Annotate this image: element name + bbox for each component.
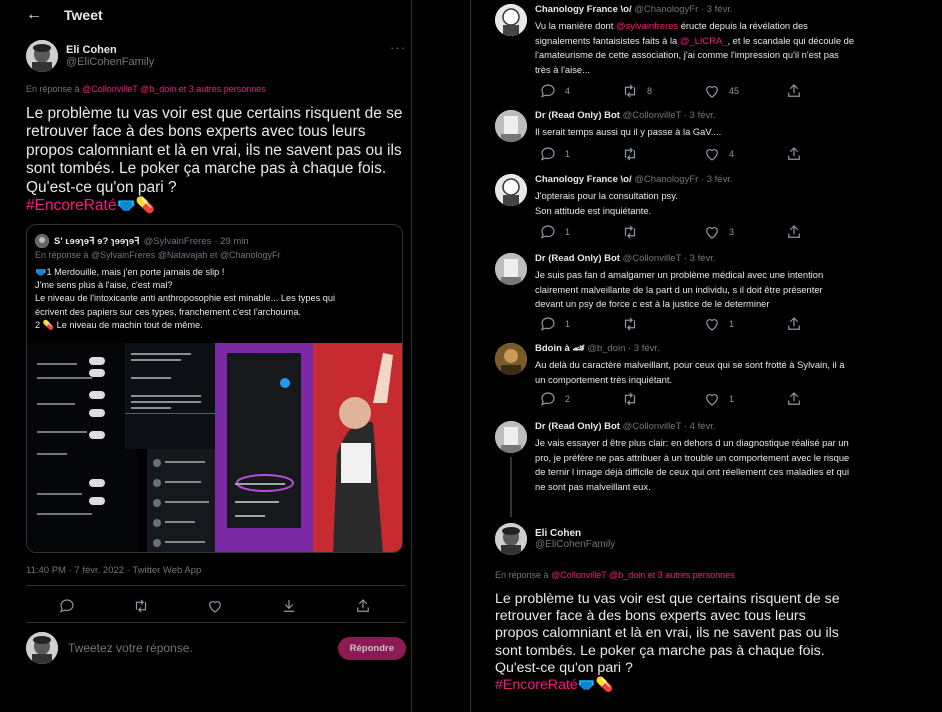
tweet-text: J'opterais pour la consultation psy. Son… xyxy=(535,190,678,216)
mention[interactable]: @sylvainfreres xyxy=(616,20,678,31)
hashtag[interactable]: #EncoreRaté xyxy=(26,197,116,214)
tweet-header: Chanology France \o/ @ChanologyFr · 3 fé… xyxy=(535,174,733,185)
divider xyxy=(26,585,406,586)
reply-icon[interactable]: 1 xyxy=(539,315,621,333)
reply-composer: Tweetez votre réponse. Répondre xyxy=(26,631,406,665)
emoji-icons: 🩲💊 xyxy=(116,197,156,215)
tweet-header: Chanology France \o/ @ChanologyFr · 3 fé… xyxy=(535,4,733,15)
share-icon[interactable] xyxy=(785,315,867,333)
avatar[interactable] xyxy=(495,343,527,375)
replying-others[interactable]: et 3 autres personnes xyxy=(179,84,266,94)
share-icon[interactable] xyxy=(785,390,867,408)
mention[interactable]: @_LICRA_ xyxy=(680,35,728,46)
avatar[interactable] xyxy=(495,253,527,285)
quote-replying: En réponse à @SylvainFreres @Natavajah e… xyxy=(35,250,281,260)
retweet-icon[interactable]: 8 xyxy=(621,82,703,100)
like-icon[interactable] xyxy=(206,597,224,615)
author-handle: @EliCohenFamily xyxy=(535,539,616,550)
quote-image-2[interactable] xyxy=(125,343,215,449)
tweet-text: Vu la manière dont @sylvainfreres éructe… xyxy=(535,20,855,75)
tweet-text: Je vais essayer d être plus clair: en de… xyxy=(535,437,850,492)
tweet-meta: 11:40 PM · 7 févr. 2022 · Twitter Web Ap… xyxy=(26,565,202,576)
quote-image-3[interactable] xyxy=(147,449,215,552)
avatar[interactable] xyxy=(495,110,527,142)
share-icon[interactable] xyxy=(785,223,867,241)
top-bar: ← Tweet xyxy=(0,0,411,30)
tweet-text: Le problème tu vas voir est que certains… xyxy=(26,105,403,215)
back-arrow-icon[interactable]: ← xyxy=(26,6,64,24)
quote-avatar xyxy=(35,234,49,248)
avatar xyxy=(26,632,58,664)
retweet-icon[interactable] xyxy=(621,315,703,333)
replying-to: En réponse à @CollonvilleT @b_doin et 3 … xyxy=(495,570,735,580)
like-icon[interactable]: 1 xyxy=(703,315,785,333)
avatar[interactable] xyxy=(26,40,58,72)
tweet-text: Le problème tu vas voir est que certains… xyxy=(495,591,840,694)
author-name: Eli Cohen xyxy=(66,44,117,56)
quote-image-1[interactable] xyxy=(27,343,137,552)
tweet-header: Dr (Read Only) Bot @CollonvilleT · 3 fév… xyxy=(535,253,716,264)
tweet-detail-pane: ← Tweet Eli Cohen @EliCohenFamily ··· En… xyxy=(0,0,412,712)
replying-handles[interactable]: @CollonvilleT @b_doin xyxy=(82,84,176,94)
action-bar: 1 1 xyxy=(539,315,867,333)
action-bar: 4 8 45 xyxy=(539,82,867,100)
bookmark-icon[interactable] xyxy=(280,597,298,615)
tweet-header: Dr (Read Only) Bot @CollonvilleT · 4 fév… xyxy=(535,421,716,432)
avatar[interactable] xyxy=(495,523,527,555)
more-icon[interactable]: ··· xyxy=(390,40,406,55)
like-icon[interactable]: 1 xyxy=(703,390,785,408)
emoji-icons: 🩲💊 xyxy=(577,677,614,694)
thread-line xyxy=(510,457,512,517)
avatar[interactable] xyxy=(495,174,527,206)
retweet-icon[interactable] xyxy=(621,223,703,241)
reply-icon[interactable]: 2 xyxy=(539,390,621,408)
retweet-icon[interactable] xyxy=(621,390,703,408)
quote-image-4[interactable] xyxy=(215,343,313,552)
quoted-tweet[interactable]: S' ʟɘɘɿɘꟻ ɘ? ɿɘɘɿɘꟻ @SylvainFreres · 29 … xyxy=(26,224,403,553)
divider xyxy=(26,622,406,623)
reply-icon[interactable]: 1 xyxy=(539,223,621,241)
reply-input[interactable]: Tweetez votre réponse. xyxy=(68,641,338,655)
quote-header: S' ʟɘɘɿɘꟻ ɘ? ɿɘɘɿɘꟻ @SylvainFreres · 29 … xyxy=(35,234,249,248)
tweet-author[interactable]: Eli Cohen @EliCohenFamily xyxy=(495,523,615,555)
avatar[interactable] xyxy=(495,421,527,453)
replying-handles[interactable]: @CollonvilleT @b_doin xyxy=(551,570,645,580)
action-bar xyxy=(58,597,372,615)
hashtag[interactable]: #EncoreRaté xyxy=(495,677,578,693)
tweet-text: Il serait temps aussi qu il y passe à la… xyxy=(535,126,722,137)
action-bar: 1 4 xyxy=(539,145,867,163)
share-icon[interactable] xyxy=(354,597,372,615)
replying-to: En réponse à @CollonvilleT @b_doin et 3 … xyxy=(26,84,266,94)
action-bar: 2 1 xyxy=(539,390,867,408)
quote-time: · 29 min xyxy=(214,235,249,247)
background-gap xyxy=(412,0,470,712)
quote-handle: @SylvainFreres xyxy=(143,235,212,247)
replying-others[interactable]: et 3 autres personnes xyxy=(648,570,735,580)
reply-icon[interactable]: 4 xyxy=(539,82,621,100)
reply-button[interactable]: Répondre xyxy=(337,636,406,660)
quote-author-name: S' ʟɘɘɿɘꟻ ɘ? ɿɘɘɿɘꟻ xyxy=(54,235,140,247)
author-name: Eli Cohen xyxy=(535,528,582,539)
share-icon[interactable] xyxy=(785,82,867,100)
tweet-header: Dr (Read Only) Bot @CollonvilleT · 3 fév… xyxy=(535,110,716,121)
page-title: Tweet xyxy=(64,7,103,23)
retweet-icon[interactable] xyxy=(621,145,703,163)
tweet-header: Bdoin à 🏎 @b_doin · 3 févr. xyxy=(535,343,660,354)
quote-image-5[interactable] xyxy=(313,343,402,552)
like-icon[interactable]: 4 xyxy=(703,145,785,163)
conversation-thread-pane: Chanology France \o/ @ChanologyFr · 3 fé… xyxy=(470,0,942,712)
tweet-text: Je suis pas fan d amalgamer un problème … xyxy=(535,269,824,310)
tweet-text: Au delà du caractère malveillant, pour c… xyxy=(535,359,845,385)
quote-text: 🩲1 Merdouille, mais j'en porte jamais de… xyxy=(35,267,336,330)
avatar[interactable] xyxy=(495,4,527,36)
action-bar: 1 3 xyxy=(539,223,867,241)
share-icon[interactable] xyxy=(785,145,867,163)
like-icon[interactable]: 3 xyxy=(703,223,785,241)
retweet-icon[interactable] xyxy=(132,597,150,615)
reply-icon[interactable]: 1 xyxy=(539,145,621,163)
reply-icon[interactable] xyxy=(58,597,76,615)
like-icon[interactable]: 45 xyxy=(703,82,785,100)
author-handle: @EliCohenFamily xyxy=(66,56,155,68)
tweet-author[interactable]: Eli Cohen @EliCohenFamily xyxy=(26,40,154,72)
